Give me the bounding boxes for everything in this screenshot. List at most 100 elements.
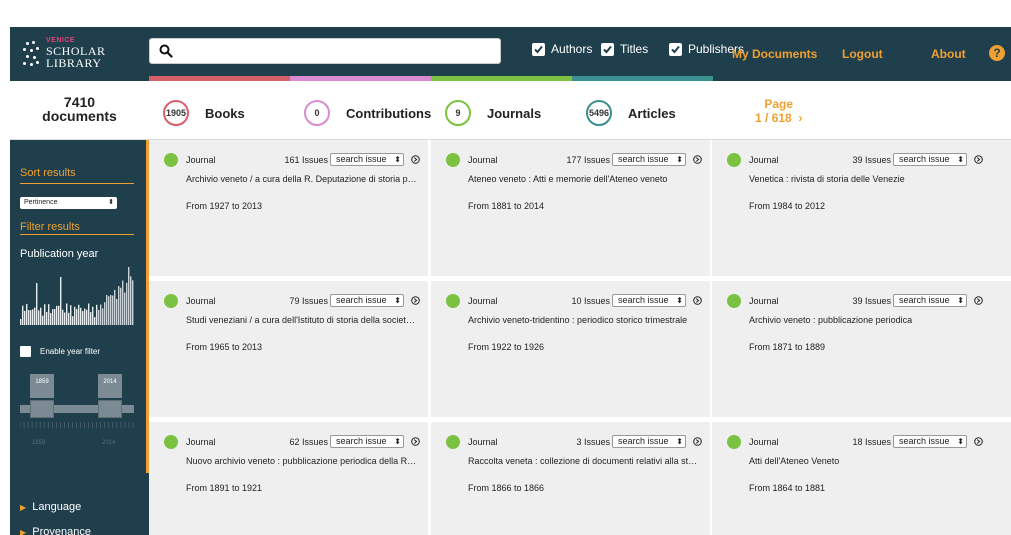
histogram-bar: [120, 287, 122, 325]
search-issue-select-value: search issue: [336, 295, 387, 305]
histogram-bar: [44, 304, 46, 325]
histogram-bar: [128, 267, 130, 325]
card-date-range: From 1871 to 1889: [749, 342, 826, 352]
result-card[interactable]: Journal 62 Issues search issue ⬍ Nuovo archi…: [149, 422, 428, 535]
journal-type-dot-icon: [164, 435, 178, 449]
result-card[interactable]: Journal 39 Issues search issue ⬍ Archivio ve…: [712, 281, 1011, 417]
stat-contributions[interactable]: 0 Contributions: [304, 100, 431, 126]
card-issues-count: 18 Issues: [852, 437, 891, 447]
search-issue-select[interactable]: search issue ⬍: [330, 435, 404, 448]
help-icon[interactable]: ?: [989, 45, 1005, 61]
result-card[interactable]: Journal 79 Issues search issue ⬍ Studi venez…: [149, 281, 428, 417]
language-filter[interactable]: ▶ Language: [20, 501, 81, 513]
articles-label: Articles: [628, 105, 676, 121]
card-title[interactable]: Studi veneziani / a cura dell'Istituto d…: [186, 315, 418, 325]
histogram-bar: [126, 282, 128, 325]
go-arrow-icon[interactable]: [693, 296, 702, 305]
go-arrow-icon[interactable]: [693, 155, 702, 164]
search-input[interactable]: [178, 42, 496, 60]
card-title[interactable]: Archivio veneto : pubblicazione periodic…: [749, 315, 981, 325]
card-title[interactable]: Archivio veneto-tridentino : periodico s…: [468, 315, 700, 325]
card-date-range: From 1866 to 1866: [468, 483, 545, 493]
card-title[interactable]: Raccolta veneta : collezione di document…: [468, 456, 700, 466]
my-documents-link[interactable]: My Documents: [732, 47, 817, 61]
contributions-count-badge: 0: [304, 100, 330, 126]
search-issue-select[interactable]: search issue ⬍: [330, 294, 404, 307]
sort-results-title: Sort results: [20, 167, 76, 179]
enable-year-filter-checkbox[interactable]: Enable year filter: [20, 346, 100, 357]
go-arrow-icon[interactable]: [974, 296, 983, 305]
histogram-bar: [72, 316, 74, 325]
card-issues-count: 39 Issues: [852, 296, 891, 306]
search-issue-select[interactable]: search issue ⬍: [893, 294, 967, 307]
search-issue-select[interactable]: search issue ⬍: [612, 435, 686, 448]
provenance-filter[interactable]: ▶ Provenance: [20, 526, 91, 535]
stat-books[interactable]: 1905 Books: [163, 100, 245, 126]
histogram-bar: [78, 304, 80, 325]
year-slider-handle-max[interactable]: [98, 400, 122, 418]
select-arrows-icon: ⬍: [676, 155, 683, 164]
card-date-range: From 1984 to 2012: [749, 201, 826, 211]
histogram-bar: [36, 283, 38, 325]
sort-select-value: Pertinence: [24, 199, 58, 206]
search-issue-select[interactable]: search issue ⬍: [330, 153, 404, 166]
go-arrow-icon[interactable]: [411, 437, 420, 446]
card-type: Journal: [186, 296, 216, 306]
card-title[interactable]: Venetica : rivista di storia delle Venez…: [749, 174, 981, 184]
pager-value: 1 / 618: [755, 111, 792, 125]
search-issue-select[interactable]: search issue ⬍: [893, 153, 967, 166]
histogram-bar: [90, 312, 92, 325]
search-issue-select[interactable]: search issue ⬍: [612, 153, 686, 166]
stat-articles[interactable]: 5496 Articles: [586, 100, 676, 126]
histogram-bar: [74, 306, 76, 325]
go-arrow-icon[interactable]: [974, 155, 983, 164]
histogram-bar: [34, 307, 36, 325]
year-slider-handle-min[interactable]: [30, 400, 54, 418]
logout-link[interactable]: Logout: [842, 47, 883, 61]
filter-titles-checkbox[interactable]: Titles: [601, 42, 648, 56]
next-page-icon[interactable]: ›: [798, 111, 802, 125]
about-link[interactable]: About: [931, 47, 966, 61]
card-title[interactable]: Ateneo veneto : Atti e memorie dell'Aten…: [468, 174, 700, 184]
search-issue-select[interactable]: search issue ⬍: [612, 294, 686, 307]
result-card[interactable]: Journal 10 Issues search issue ⬍ Archivio ve…: [431, 281, 710, 417]
card-title[interactable]: Nuovo archivio veneto : pubblicazione pe…: [186, 456, 418, 466]
histogram-bar: [38, 310, 40, 325]
histogram-bar: [82, 311, 84, 325]
expand-triangle-icon: ▶: [20, 503, 27, 512]
search-issue-select[interactable]: search issue ⬍: [893, 435, 967, 448]
select-arrows-icon: ⬍: [394, 155, 401, 164]
card-title[interactable]: Archivio veneto / a cura della R. Deputa…: [186, 174, 418, 184]
filter-rule: [20, 234, 134, 235]
stat-journals[interactable]: 9 Journals: [445, 100, 541, 126]
result-card[interactable]: Journal 3 Issues search issue ⬍ Raccolta ven…: [431, 422, 710, 535]
go-arrow-icon[interactable]: [411, 296, 420, 305]
journal-type-dot-icon: [164, 294, 178, 308]
select-arrows-icon: ⬍: [676, 296, 683, 305]
go-arrow-icon[interactable]: [693, 437, 702, 446]
card-title[interactable]: Atti dell'Ateneo Veneto: [749, 456, 981, 466]
card-issues-count: 161 Issues: [284, 155, 328, 165]
histogram-bar: [80, 307, 82, 325]
go-arrow-icon[interactable]: [974, 437, 983, 446]
histogram-bar: [100, 304, 102, 325]
go-arrow-icon[interactable]: [411, 155, 420, 164]
search-issue-select-value: search issue: [899, 154, 950, 164]
logo[interactable]: VENICE SCHOLAR LIBRARY: [22, 37, 142, 73]
histogram-bar: [104, 302, 106, 325]
results-grid: Journal 161 Issues search issue ⬍ Archivio v…: [149, 140, 1011, 535]
card-type: Journal: [186, 437, 216, 447]
histogram-bar: [40, 307, 42, 325]
result-card[interactable]: Journal 39 Issues search issue ⬍ Venetica : …: [712, 140, 1011, 276]
histogram-bar: [52, 309, 54, 325]
search-box[interactable]: [149, 38, 501, 64]
result-card[interactable]: Journal 161 Issues search issue ⬍ Archivio v…: [149, 140, 428, 276]
journals-label: Journals: [487, 105, 542, 121]
histogram-bar: [54, 308, 56, 325]
select-arrows-icon: ⬍: [957, 155, 964, 164]
result-card[interactable]: Journal 177 Issues search issue ⬍ Ateneo ven…: [431, 140, 710, 276]
result-card[interactable]: Journal 18 Issues search issue ⬍ Atti dell'A…: [712, 422, 1011, 535]
year-from-box: 1859: [30, 374, 54, 398]
sort-select[interactable]: Pertinence ⬍: [20, 197, 117, 209]
filter-authors-checkbox[interactable]: Authors: [532, 42, 592, 56]
